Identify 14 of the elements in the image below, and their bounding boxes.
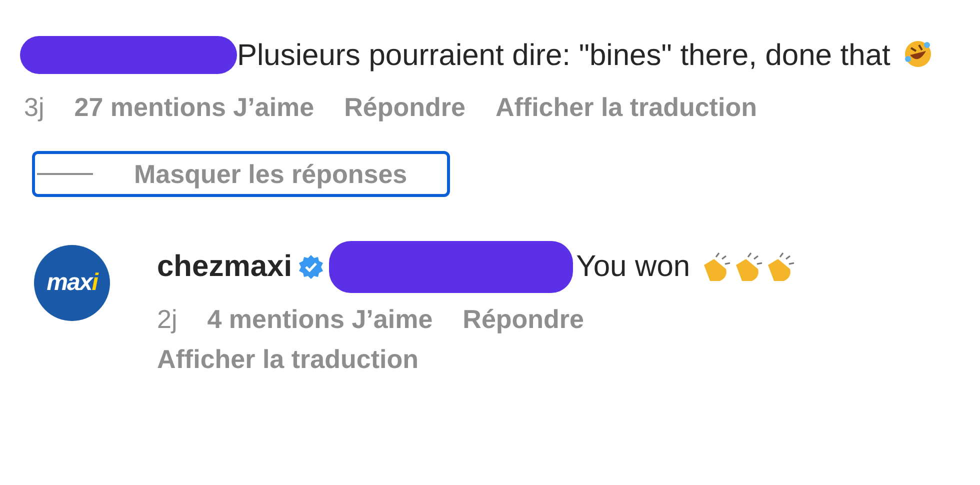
reply-link[interactable]: Répondre <box>344 91 466 123</box>
likes-count[interactable]: 27 mentions J’aime <box>74 91 314 123</box>
laughing-emoji-icon <box>902 39 933 69</box>
hide-replies-button[interactable]: Masquer les réponses <box>32 151 450 197</box>
age-label: 3j <box>24 91 44 123</box>
translation-link[interactable]: Afficher la traduction <box>495 91 757 123</box>
reply-link[interactable]: Répondre <box>462 303 584 335</box>
age-label: 2j <box>157 303 178 335</box>
likes-count[interactable]: 4 mentions J’aime <box>207 303 433 335</box>
reply-text: You won <box>576 249 690 285</box>
username[interactable]: chezmaxi <box>157 245 292 289</box>
translation-link[interactable]: Afficher la traduction <box>157 343 418 375</box>
comment-text: Plusieurs pourraient dire: "bines" there, done that <box>237 39 890 72</box>
avatar-logo[interactable]: maxi <box>34 245 110 321</box>
